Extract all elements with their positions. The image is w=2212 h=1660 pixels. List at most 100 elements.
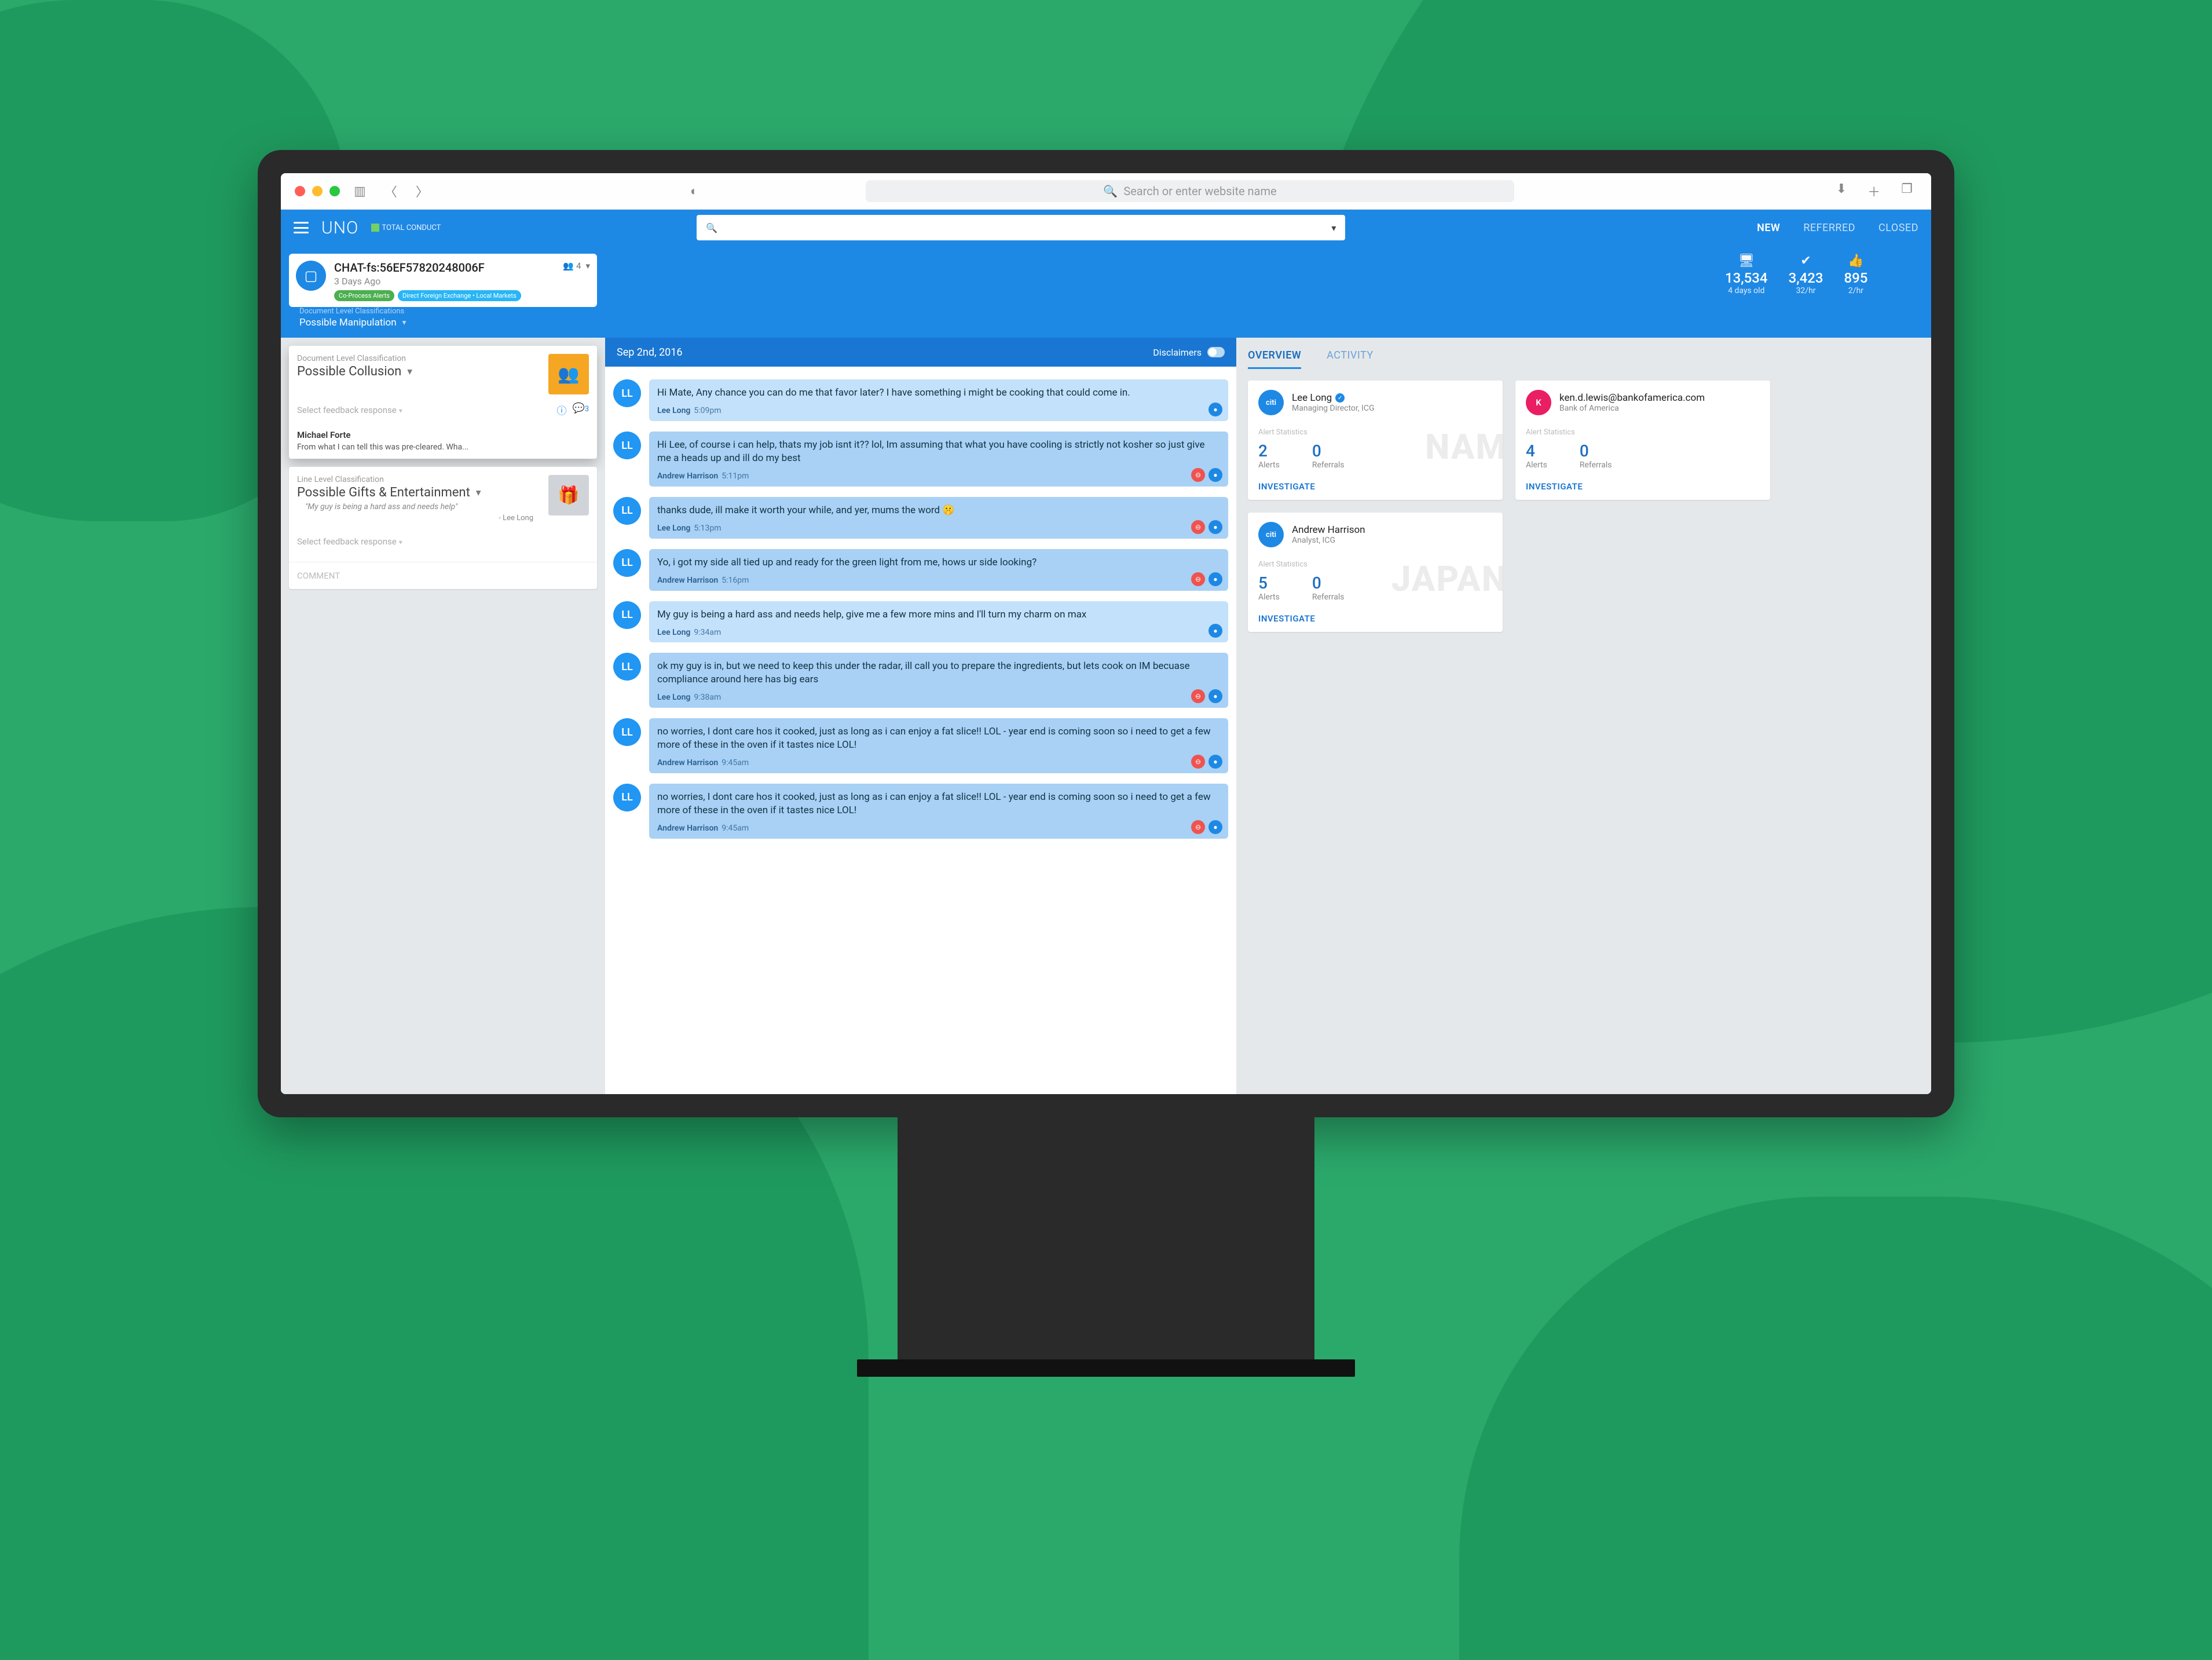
chat-message[interactable]: LLok my guy is in, but we need to keep t…: [613, 653, 1228, 708]
tab-referred[interactable]: REFERRED: [1803, 222, 1855, 234]
window-minimize-icon[interactable]: [312, 186, 323, 196]
message-bubble: thanks dude, ill make it worth your whil…: [649, 497, 1228, 539]
chat-message[interactable]: LL My guy is being a hard ass and needs h…: [613, 601, 1228, 643]
profile-card: JAPANcitiAndrew HarrisonAnalyst, ICGAler…: [1248, 513, 1503, 632]
message-meta: Lee Long5:13pm: [657, 523, 1220, 534]
message-meta: Lee Long5:09pm: [657, 405, 1220, 416]
message-bubble: Yo, i got my side all tied up and ready …: [649, 549, 1228, 591]
message-bubble: no worries, I dont care hos it cooked, j…: [649, 784, 1228, 839]
disclaimers-toggle[interactable]: [1207, 347, 1225, 357]
app-logo: UNO: [321, 218, 358, 238]
feedback-select[interactable]: Select feedback response: [289, 532, 597, 554]
tag-icon[interactable]: ●: [1208, 403, 1222, 416]
tag-icon[interactable]: ●: [1208, 755, 1222, 769]
class-title[interactable]: Possible Gifts & Entertainment: [297, 485, 541, 500]
chat-message[interactable]: LL Yo, i got my side all tied up and read…: [613, 549, 1228, 591]
tab-new[interactable]: NEW: [1757, 222, 1780, 234]
gift-icon: 🎁: [548, 475, 589, 515]
message-text: Hi Mate, Any chance you can do me that f…: [657, 386, 1220, 400]
tag-icon[interactable]: ●: [1208, 624, 1222, 638]
doc-classification-picker: Document Level Classifications Possible …: [289, 307, 597, 334]
message-bubble: ok my guy is in, but we need to keep thi…: [649, 653, 1228, 708]
investigate-button[interactable]: INVESTIGATE: [1526, 481, 1760, 492]
message-meta: Lee Long9:38am: [657, 692, 1220, 703]
referrals-stat: 0Referrals: [1580, 441, 1612, 470]
avatar: LL: [613, 432, 641, 459]
tag-icon[interactable]: ●: [1208, 572, 1222, 586]
tab-overview[interactable]: OVERVIEW: [1248, 349, 1301, 369]
flag-icon[interactable]: ⊖: [1191, 755, 1205, 769]
message-meta: Lee Long9:34am: [657, 627, 1220, 638]
tag-icon[interactable]: ●: [1208, 820, 1222, 834]
info-icon[interactable]: ⓘ: [557, 403, 567, 417]
tag-icon[interactable]: ●: [1208, 520, 1222, 534]
classification-card: Document Level Classification Possible C…: [289, 346, 597, 459]
download-icon[interactable]: ⬇: [1832, 180, 1851, 203]
tab-activity[interactable]: ACTIVITY: [1327, 349, 1374, 369]
flag-icon[interactable]: ⊖: [1191, 689, 1205, 703]
message-text: My guy is being a hard ass and needs hel…: [657, 608, 1220, 621]
new-tab-icon[interactable]: ＋: [1863, 180, 1885, 203]
alerts-stat: 4Alerts: [1526, 441, 1547, 470]
chat-message[interactable]: LLthanks dude, ill make it worth your wh…: [613, 497, 1228, 539]
chevron-down-icon[interactable]: ▾: [585, 261, 590, 271]
chat-message[interactable]: LL Hi Lee, of course i can help, thats my…: [613, 432, 1228, 487]
message-meta: Andrew Harrison9:45am: [657, 823, 1220, 834]
case-chip: Co-Process Alerts: [334, 290, 394, 301]
doc-class-caption: Document Level Classifications: [299, 307, 587, 316]
comment-icon[interactable]: 💬3: [573, 403, 589, 417]
omnibox-placeholder: Search or enter website name: [1123, 184, 1276, 198]
tabs-icon[interactable]: ❐: [1896, 180, 1917, 203]
sidebar-toggle-icon[interactable]: ▥: [349, 182, 371, 201]
app-search[interactable]: 🔍 ▾: [697, 215, 1345, 240]
tab-closed[interactable]: CLOSED: [1878, 222, 1918, 234]
message-bubble: My guy is being a hard ass and needs hel…: [649, 601, 1228, 643]
menu-icon[interactable]: [294, 222, 309, 233]
chat-icon: ▢: [296, 261, 326, 291]
tag-icon[interactable]: ●: [1208, 689, 1222, 703]
investigate-button[interactable]: INVESTIGATE: [1258, 481, 1492, 492]
right-tabs: OVERVIEW ACTIVITY: [1248, 349, 1920, 369]
status-tabs: NEW REFERRED CLOSED: [1757, 222, 1918, 234]
stat-card: ✔ 3,423 32/hr: [1789, 254, 1823, 295]
chat-message[interactable]: LLno worries, I dont care hos it cooked,…: [613, 784, 1228, 839]
doc-class-value[interactable]: Possible Manipulation: [299, 317, 587, 328]
search-dropdown-icon[interactable]: ▾: [1331, 222, 1336, 233]
window-zoom-icon[interactable]: [329, 186, 340, 196]
message-bubble: Hi Mate, Any chance you can do me that f…: [649, 379, 1228, 421]
stats-heading: Alert Statistics: [1258, 428, 1492, 437]
check-icon: ✔: [1789, 254, 1823, 269]
window-close-icon[interactable]: [295, 186, 305, 196]
app-header: UNO TOTAL CONDUCT 🔍 ▾ NEW REFERRED CLOSE…: [281, 210, 1931, 246]
profile-name: Lee Long✓: [1292, 392, 1375, 404]
chat-message[interactable]: LLno worries, I dont care hos it cooked,…: [613, 718, 1228, 773]
avatar: LL: [613, 601, 641, 629]
chat-message[interactable]: LLHi Mate, Any chance you can do me that…: [613, 379, 1228, 421]
message-text: ok my guy is in, but we need to keep thi…: [657, 660, 1220, 686]
flag-icon[interactable]: ⊖: [1191, 468, 1205, 482]
message-text: Yo, i got my side all tied up and ready …: [657, 556, 1220, 569]
class-caption: Document Level Classification: [297, 354, 541, 363]
investigate-button[interactable]: INVESTIGATE: [1258, 613, 1492, 624]
class-title[interactable]: Possible Collusion: [297, 364, 541, 379]
comment-input[interactable]: COMMENT: [289, 562, 597, 589]
browser-omnibox[interactable]: 🔍 Search or enter website name: [866, 180, 1514, 202]
alerts-stat: 2Alerts: [1258, 441, 1280, 470]
chat-header: Sep 2nd, 2016 Disclaimers: [605, 338, 1236, 367]
avatar: LL: [613, 549, 641, 577]
nav-forward-icon[interactable]: 〉: [411, 180, 433, 203]
shield-icon[interactable]: ◐: [686, 181, 702, 201]
flag-icon[interactable]: ⊖: [1191, 520, 1205, 534]
nav-back-icon[interactable]: 〈: [380, 180, 402, 203]
flag-icon[interactable]: ⊖: [1191, 820, 1205, 834]
class-attribution: - Lee Long: [297, 513, 541, 528]
tag-icon[interactable]: ●: [1208, 468, 1222, 482]
message-meta: Andrew Harrison5:11pm: [657, 471, 1220, 482]
sublogo-icon: [371, 224, 379, 232]
thumbs-up-icon: 👍: [1844, 254, 1868, 269]
header-stats: 🖥 13,534 4 days old ✔ 3,423 32/hr 👍 895 …: [1711, 246, 1931, 338]
feedback-select[interactable]: Select feedback response ⓘ 💬3: [289, 398, 597, 424]
case-card[interactable]: ▢ CHAT-fs:56EF57820248006F 3 Days Ago Co…: [289, 254, 597, 307]
flag-icon[interactable]: ⊖: [1191, 572, 1205, 586]
message-bubble: Hi Lee, of course i can help, thats my j…: [649, 432, 1228, 487]
